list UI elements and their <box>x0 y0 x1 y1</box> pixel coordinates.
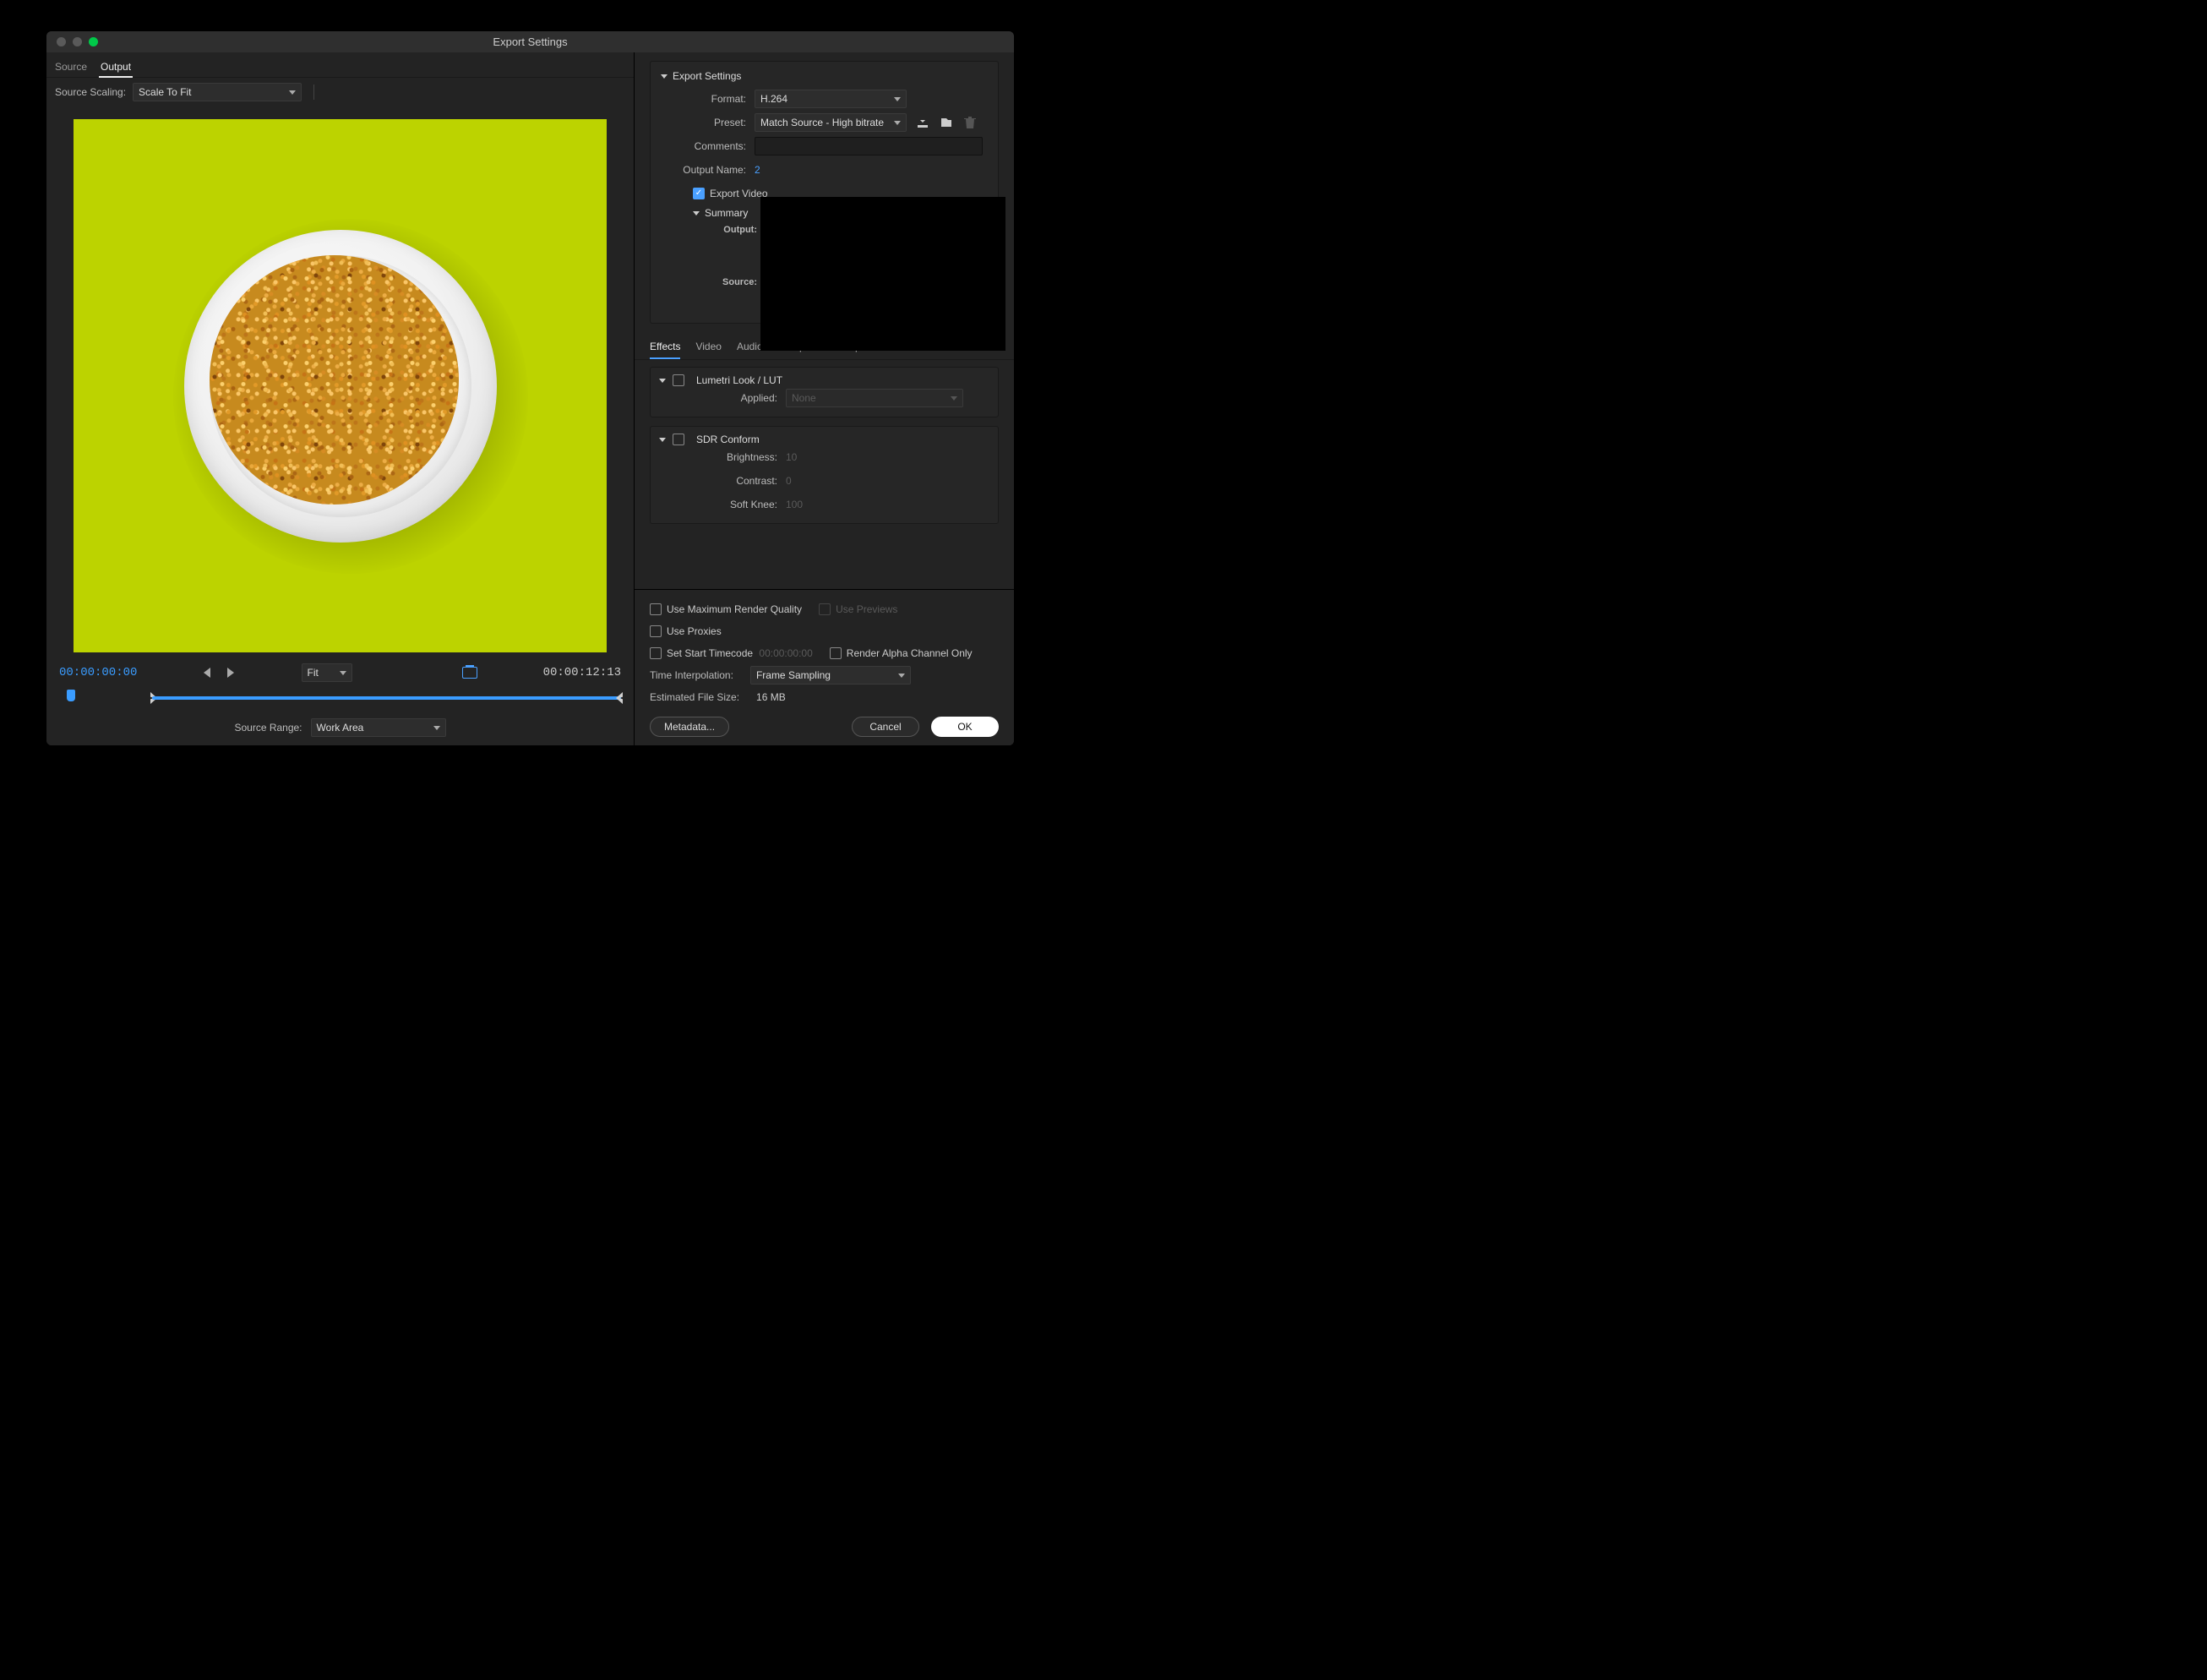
titlebar: Export Settings <box>46 31 1014 52</box>
caret-down-icon[interactable] <box>693 211 700 215</box>
prev-frame-button[interactable] <box>204 668 210 678</box>
applied-select: None <box>786 389 963 407</box>
caret-down-icon[interactable] <box>659 438 666 442</box>
export-settings-panel: Export Settings Format: H.264 Preset: Ma… <box>650 61 999 324</box>
next-frame-button[interactable] <box>227 668 234 678</box>
sdr-enable-checkbox[interactable] <box>673 434 684 445</box>
tab-output[interactable]: Output <box>99 57 133 78</box>
tab-source[interactable]: Source <box>53 57 89 76</box>
export-video-label: Export Video <box>710 188 768 199</box>
save-preset-icon[interactable] <box>915 115 930 130</box>
ok-button[interactable]: OK <box>931 717 999 737</box>
time-interp-select[interactable]: Frame Sampling <box>750 666 911 685</box>
chevron-down-icon <box>340 671 346 675</box>
contrast-label: Contrast: <box>659 475 786 487</box>
sdr-section: SDR Conform Brightness:10 Contrast:0 Sof… <box>650 426 999 524</box>
timecode-in[interactable]: 00:00:00:00 <box>59 666 137 679</box>
zoom-fit-select[interactable]: Fit <box>302 663 352 682</box>
contrast-value: 0 <box>786 475 792 487</box>
preset-label: Preset: <box>657 117 755 128</box>
lumetri-section: Lumetri Look / LUT Applied: None <box>650 367 999 417</box>
preview-pane: Source Output Source Scaling: Scale To F… <box>46 52 635 745</box>
start-timecode-checkbox[interactable] <box>650 647 662 659</box>
chevron-down-icon <box>898 674 905 678</box>
caret-down-icon[interactable] <box>661 74 668 79</box>
timecode-out: 00:00:12:13 <box>543 666 621 679</box>
zoom-window-icon[interactable] <box>89 37 98 46</box>
safe-margins-icon[interactable] <box>462 667 477 679</box>
settings-pane: Export Settings Format: H.264 Preset: Ma… <box>635 52 1014 745</box>
softknee-value: 100 <box>786 499 803 510</box>
chevron-down-icon <box>894 121 901 125</box>
tab-effects[interactable]: Effects <box>650 341 680 359</box>
time-interp-label: Time Interpolation: <box>650 669 733 681</box>
caret-down-icon[interactable] <box>659 379 666 383</box>
source-range-label: Source Range: <box>234 722 302 734</box>
render-options: Use Maximum Render Quality Use Previews … <box>635 589 1014 745</box>
source-scaling-label: Source Scaling: <box>55 86 126 98</box>
est-size-value: 16 MB <box>756 691 786 703</box>
source-range-select[interactable]: Work Area <box>311 718 446 737</box>
render-alpha-checkbox[interactable] <box>830 647 842 659</box>
comments-label: Comments: <box>657 140 755 152</box>
metadata-button[interactable]: Metadata... <box>650 717 729 737</box>
use-previews-checkbox <box>819 603 831 615</box>
brightness-label: Brightness: <box>659 451 786 463</box>
summary-heading: Summary <box>705 207 748 219</box>
close-window-icon[interactable] <box>57 37 66 46</box>
cancel-button[interactable]: Cancel <box>852 717 919 737</box>
chevron-down-icon <box>951 396 957 401</box>
format-label: Format: <box>657 93 755 105</box>
chevron-down-icon <box>289 90 296 95</box>
window-title: Export Settings <box>493 35 567 48</box>
video-preview <box>74 119 607 652</box>
chevron-down-icon <box>894 97 901 101</box>
brightness-value: 10 <box>786 451 797 463</box>
use-proxies-checkbox[interactable] <box>650 625 662 637</box>
preset-select[interactable]: Match Source - High bitrate <box>755 113 907 132</box>
tab-audio[interactable]: Audio <box>737 341 763 359</box>
chevron-down-icon <box>433 726 440 730</box>
output-name-label: Output Name: <box>657 164 755 176</box>
format-select[interactable]: H.264 <box>755 90 907 108</box>
source-scaling-select[interactable]: Scale To Fit <box>133 83 302 101</box>
lumetri-enable-checkbox[interactable] <box>673 374 684 386</box>
start-timecode-value: 00:00:00:00 <box>759 647 812 659</box>
redaction-mask <box>760 197 1005 351</box>
max-render-checkbox[interactable] <box>650 603 662 615</box>
out-point-handle[interactable] <box>616 692 623 704</box>
output-name-link[interactable]: 2 <box>755 164 760 176</box>
minimize-window-icon[interactable] <box>73 37 82 46</box>
import-preset-icon[interactable] <box>939 115 954 130</box>
export-video-checkbox[interactable] <box>693 188 705 199</box>
est-size-label: Estimated File Size: <box>650 691 739 703</box>
comments-input[interactable] <box>755 137 983 155</box>
applied-label: Applied: <box>659 392 786 404</box>
timeline-scrubber[interactable] <box>59 690 621 706</box>
panel-heading: Export Settings <box>673 70 741 82</box>
delete-preset-icon <box>962 115 978 130</box>
export-settings-window: Export Settings Source Output Source Sca… <box>46 31 1014 745</box>
softknee-label: Soft Knee: <box>659 499 786 510</box>
playhead-icon[interactable] <box>67 690 75 701</box>
window-controls <box>57 37 98 46</box>
tab-video[interactable]: Video <box>695 341 721 359</box>
